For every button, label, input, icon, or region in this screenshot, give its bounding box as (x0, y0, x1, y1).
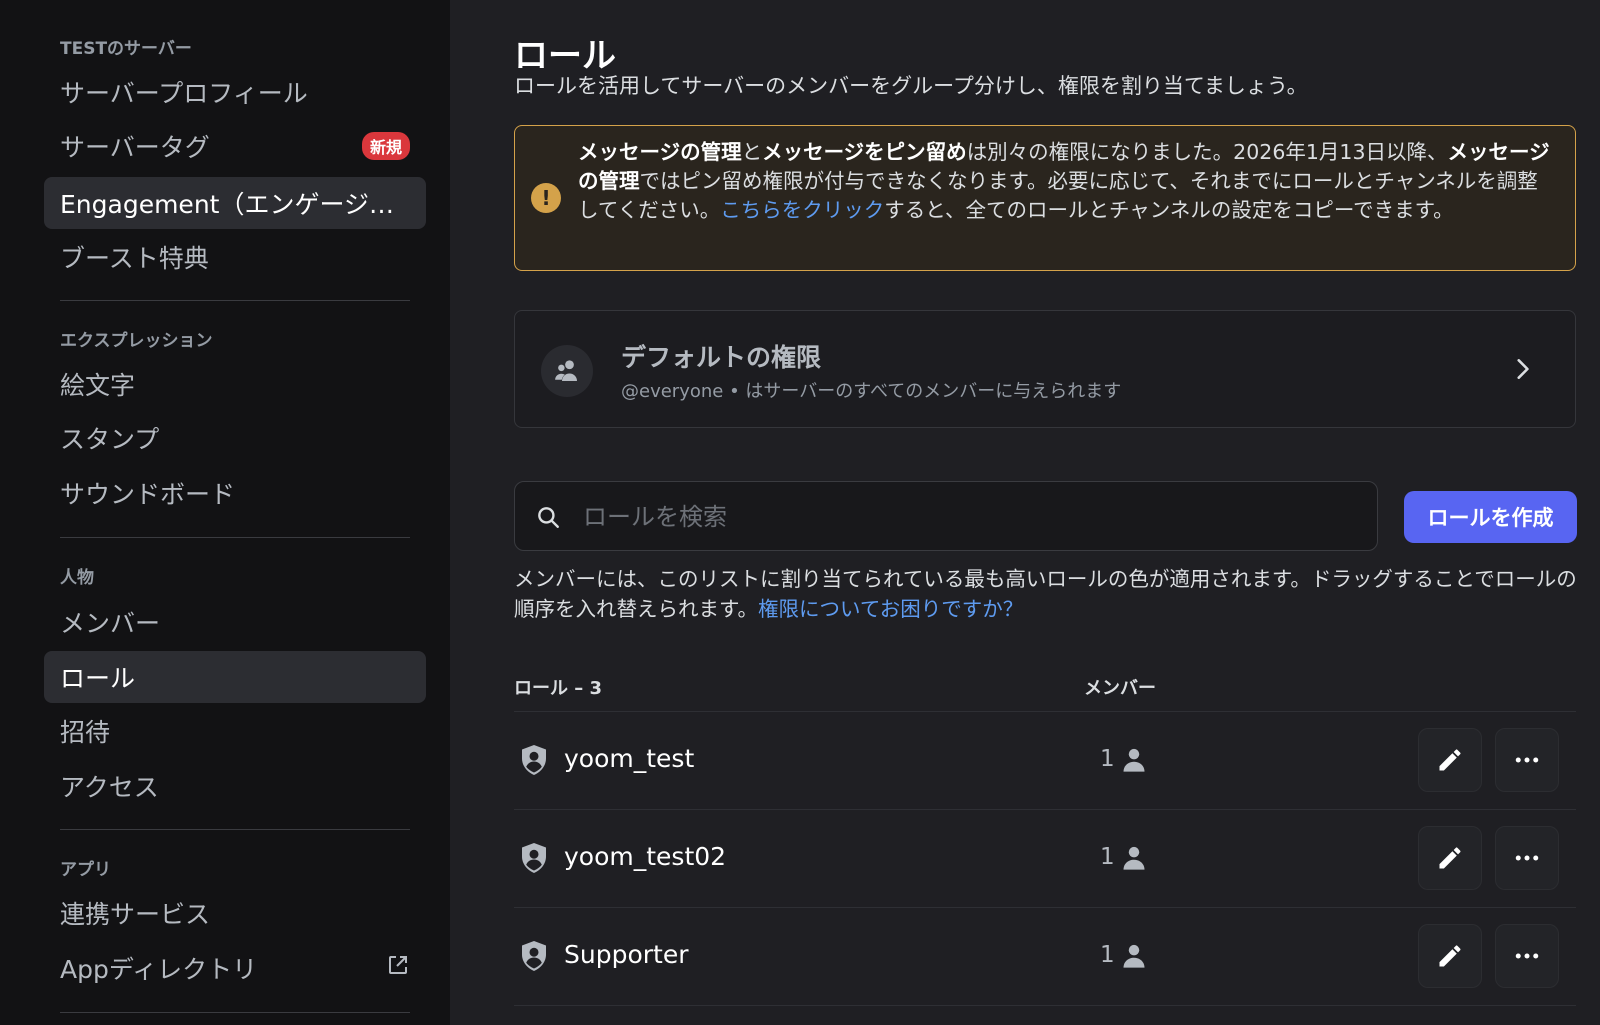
more-options-button[interactable] (1495, 728, 1559, 792)
table-row[interactable]: yoom_test 1 (514, 712, 1576, 808)
sidebar-divider (60, 829, 410, 830)
member-count: 1 (1100, 942, 1115, 968)
role-shield-icon (516, 840, 552, 880)
sidebar-item-integrations[interactable]: 連携サービス (44, 887, 426, 939)
sidebar-item-label: ブースト特典 (60, 244, 209, 273)
more-icon (1515, 757, 1539, 763)
sidebar-item-server-tag[interactable]: サーバータグ 新規 (44, 120, 426, 172)
member-count: 1 (1100, 746, 1115, 772)
roles-count-header: ロール – 3 (514, 678, 603, 699)
edit-role-button[interactable] (1418, 924, 1482, 988)
person-icon (1120, 746, 1148, 778)
new-badge: 新規 (361, 132, 410, 160)
sidebar-item-access[interactable]: アクセス (44, 760, 426, 812)
section-title-people: 人物 (60, 568, 94, 588)
sidebar-item-roles[interactable]: ロール (44, 651, 426, 703)
create-role-button[interactable]: ロールを作成 (1404, 491, 1577, 543)
exclamation-icon: ! (531, 183, 561, 213)
edit-role-button[interactable] (1418, 728, 1482, 792)
pencil-icon (1439, 847, 1461, 869)
members-header: メンバー (1084, 678, 1156, 699)
section-title-server: TESTのサーバー (60, 39, 192, 59)
sidebar-divider (60, 1012, 410, 1013)
warning-text: メッセージの管理とメッセージをピン留めは別々の権限になりました。2026年1月1… (578, 140, 1550, 222)
more-icon (1515, 855, 1539, 861)
sidebar-item-label: スタンプ (60, 425, 160, 454)
sidebar-item-label: ロール (60, 664, 136, 693)
sidebar-item-label: メンバー (60, 609, 161, 638)
role-name: yoom_test (564, 744, 695, 773)
sidebar-item-soundboard[interactable]: サウンドボード (44, 467, 426, 519)
sidebar-item-engagement[interactable]: Engagement（エンゲージメ… (44, 177, 426, 229)
default-permissions-card[interactable]: デフォルトの権限 @everyone • はサーバーのすべてのメンバーに与えられ… (514, 310, 1576, 428)
sidebar-item-label: 連携サービス (60, 900, 211, 929)
external-link-icon (386, 953, 410, 983)
more-options-button[interactable] (1495, 924, 1559, 988)
pencil-icon (1439, 749, 1461, 771)
sidebar-item-label: サーバープロフィール (60, 79, 308, 108)
section-title-apps: アプリ (60, 860, 111, 880)
search-icon (535, 504, 561, 534)
role-order-info: メンバーには、このリストに割り当てられている最も高いロールの色が適用されます。ド… (514, 567, 1577, 621)
permissions-help-link[interactable]: 権限についてお困りですか？ (758, 597, 1023, 621)
sidebar-item-server-profile[interactable]: サーバープロフィール (44, 66, 426, 118)
default-permissions-description: @everyone • はサーバーのすべてのメンバーに与えられます (621, 381, 1122, 402)
settings-sidebar: TESTのサーバー サーバープロフィール サーバータグ 新規 Engagement… (0, 0, 450, 1025)
role-shield-icon (516, 742, 552, 782)
role-search-box (514, 481, 1378, 551)
sidebar-item-label: サウンドボード (60, 480, 236, 509)
pencil-icon (1439, 945, 1461, 967)
sidebar-item-label: アクセス (60, 773, 159, 802)
role-shield-icon (516, 938, 552, 978)
pin-permission-warning: ! メッセージの管理とメッセージをピン留めは別々の権限になりました。2026年1… (514, 125, 1576, 271)
role-name: Supporter (564, 940, 689, 969)
member-count: 1 (1100, 844, 1115, 870)
more-icon (1515, 953, 1539, 959)
people-icon (541, 345, 593, 397)
section-title-expressions: エクスプレッション (60, 331, 213, 351)
sidebar-item-label: Engagement（エンゲージメ… (60, 190, 400, 219)
chevron-right-icon (1509, 356, 1535, 386)
role-search-input[interactable] (581, 496, 1345, 538)
sidebar-divider (60, 537, 410, 538)
role-name: yoom_test02 (564, 842, 727, 871)
sidebar-item-members[interactable]: メンバー (44, 596, 426, 648)
sidebar-item-label: サーバータグ (60, 133, 210, 162)
sidebar-item-emoji[interactable]: 絵文字 (44, 358, 426, 410)
table-row[interactable]: Supporter 1 (514, 908, 1576, 1004)
sidebar-item-stickers[interactable]: スタンプ (44, 412, 426, 464)
page-subtitle: ロールを活用してサーバーのメンバーをグループ分けし、権限を割り当てましょう。 (514, 74, 1308, 98)
sidebar-item-app-directory[interactable]: Appディレクトリ (44, 942, 426, 994)
sidebar-item-invites[interactable]: 招待 (44, 705, 426, 757)
default-permissions-title: デフォルトの権限 (621, 343, 822, 372)
sidebar-divider (60, 300, 410, 301)
copy-settings-link[interactable]: こちらをクリック (720, 198, 884, 222)
person-icon (1120, 942, 1148, 974)
more-options-button[interactable] (1495, 826, 1559, 890)
sidebar-item-label: 絵文字 (60, 371, 136, 400)
person-icon (1120, 844, 1148, 876)
table-divider (514, 1005, 1576, 1006)
sidebar-item-boost-perks[interactable]: ブースト特典 (44, 231, 426, 283)
sidebar-item-label: Appディレクトリ (60, 955, 258, 984)
table-row[interactable]: yoom_test02 1 (514, 810, 1576, 906)
sidebar-item-label: 招待 (60, 718, 111, 747)
roles-settings-page: ロール ロールを活用してサーバーのメンバーをグループ分けし、権限を割り当てましょ… (450, 0, 1600, 1025)
edit-role-button[interactable] (1418, 826, 1482, 890)
